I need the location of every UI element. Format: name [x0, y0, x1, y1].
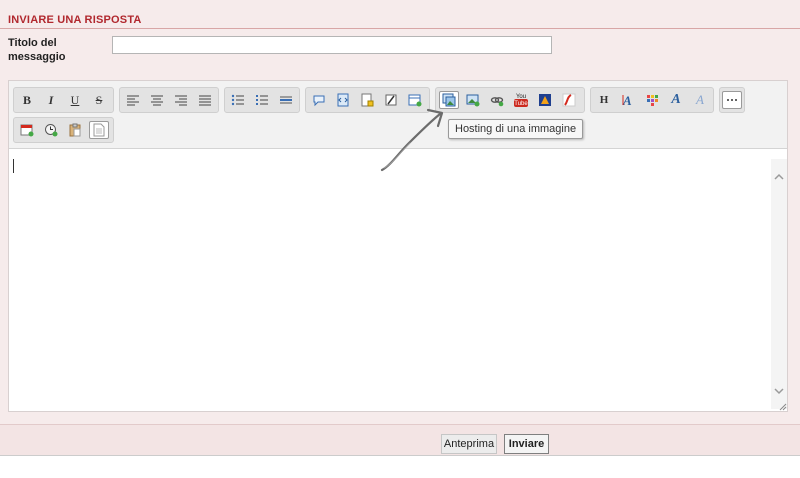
calendar-icon	[20, 124, 34, 137]
clock-icon	[45, 124, 58, 137]
font-size-button[interactable]: A	[618, 91, 638, 109]
send-button[interactable]: Inviare	[504, 434, 549, 454]
form-footer	[0, 424, 800, 456]
quote-button[interactable]	[309, 91, 329, 109]
form-heading: INVIARE UNA RISPOSTA	[8, 14, 142, 26]
flash-button[interactable]	[559, 91, 579, 109]
message-textarea[interactable]	[9, 149, 787, 411]
preview-button[interactable]: Anteprima	[441, 434, 497, 454]
clipboard-icon	[69, 123, 81, 137]
utility-group	[13, 117, 114, 143]
code-icon	[337, 93, 349, 107]
align-right-button[interactable]	[171, 91, 191, 109]
strikethrough-button[interactable]: S	[89, 91, 109, 109]
color-palette-icon	[647, 95, 658, 106]
bold-button[interactable]: B	[17, 91, 37, 109]
document-icon	[93, 123, 105, 137]
more-button[interactable]	[722, 91, 742, 109]
alignment-group	[119, 87, 219, 113]
more-group	[719, 87, 745, 113]
link-icon	[490, 97, 504, 107]
remove-format-button[interactable]: A	[690, 91, 710, 109]
dailymotion-button[interactable]	[535, 91, 555, 109]
more-icon	[727, 99, 737, 101]
heading-divider	[0, 28, 800, 29]
format-group: H A A A	[590, 87, 714, 113]
youtube-button[interactable]: You Tube	[511, 91, 531, 109]
title-input[interactable]	[112, 36, 552, 54]
align-justify-icon	[199, 95, 211, 106]
note-icon	[361, 93, 374, 107]
code-button[interactable]	[333, 91, 353, 109]
horizontal-rule-icon	[280, 96, 292, 104]
annotation-arrow	[380, 108, 444, 172]
source-button[interactable]	[89, 121, 109, 139]
align-right-icon	[175, 95, 187, 106]
font-size-icon: A	[622, 93, 632, 107]
align-center-icon	[151, 95, 163, 106]
speech-bubble-icon	[313, 95, 325, 106]
text-caret	[13, 159, 14, 173]
list-group	[224, 87, 300, 113]
link-button[interactable]	[487, 91, 507, 109]
image-button[interactable]	[463, 91, 483, 109]
paste-button[interactable]	[65, 121, 85, 139]
time-button[interactable]	[41, 121, 61, 139]
reply-form-panel: INVIARE UNA RISPOSTA Titolo del messaggi…	[0, 0, 800, 456]
underline-button[interactable]: U	[65, 91, 85, 109]
flash-icon	[562, 93, 576, 107]
title-label: Titolo del messaggio	[8, 37, 66, 63]
vertical-scrollbar[interactable]	[771, 159, 787, 409]
numbered-list-icon	[256, 95, 268, 105]
youtube-icon: YouTube	[514, 94, 528, 107]
align-left-button[interactable]	[123, 91, 143, 109]
font-face-button[interactable]: A	[666, 91, 686, 109]
bullet-list-button[interactable]	[228, 91, 248, 109]
bullet-list-icon	[231, 94, 244, 106]
italic-button[interactable]: I	[41, 91, 61, 109]
align-center-button[interactable]	[147, 91, 167, 109]
heading-button[interactable]: H	[594, 91, 614, 109]
align-left-icon	[127, 95, 139, 106]
toolbar-tooltip: Hosting di una immagine	[448, 119, 584, 139]
date-button[interactable]	[17, 121, 37, 139]
remove-format-icon: A	[696, 92, 704, 107]
svg-text:Tube: Tube	[514, 101, 528, 107]
resize-grip-icon[interactable]	[777, 401, 787, 411]
scroll-up-icon[interactable]	[771, 169, 787, 185]
spoiler-button[interactable]	[357, 91, 377, 109]
video-icon	[539, 94, 551, 106]
horizontal-rule-button[interactable]	[276, 91, 296, 109]
align-justify-button[interactable]	[195, 91, 215, 109]
numbered-list-button[interactable]	[252, 91, 272, 109]
image-icon	[466, 94, 480, 107]
color-button[interactable]	[642, 91, 662, 109]
text-style-group: B I U S	[13, 87, 114, 113]
page-divider	[0, 455, 800, 456]
scroll-down-icon[interactable]	[771, 383, 787, 399]
